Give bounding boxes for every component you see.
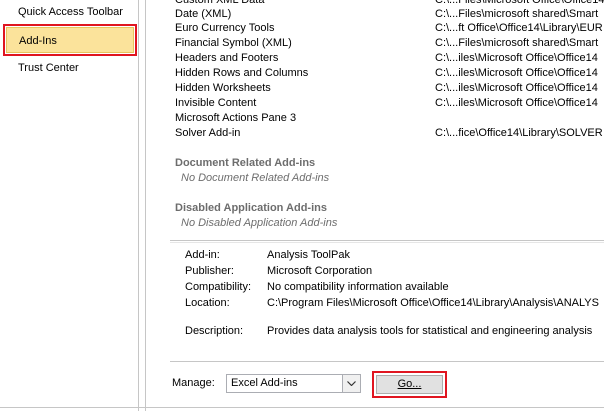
doc-related-addins-empty: No Document Related Add-ins <box>181 172 330 184</box>
addin-row[interactable]: Hidden Rows and Columns C:\...iles\Micro… <box>175 66 604 81</box>
detail-description-label: Description: <box>185 325 244 337</box>
addin-row[interactable]: Financial Symbol (XML) C:\...Files\micro… <box>175 36 604 51</box>
disabled-addins-heading: Disabled Application Add-ins <box>175 202 327 214</box>
add-ins-panel: Custom XML Data C:\...Files\Microsoft Of… <box>140 0 604 411</box>
addin-name: Hidden Worksheets <box>175 82 271 94</box>
addin-row[interactable]: Invisible Content C:\...iles\Microsoft O… <box>175 96 604 111</box>
nav-item-quick-access-toolbar[interactable]: Quick Access Toolbar <box>6 0 134 25</box>
addin-location: C:\...Files\microsoft shared\Smart <box>435 37 599 49</box>
options-category-pane: Quick Access Toolbar Add-Ins Trust Cente… <box>0 0 139 411</box>
addin-name: Headers and Footers <box>175 52 279 64</box>
detail-publisher-label: Publisher: <box>185 265 234 277</box>
addin-location: C:\...fice\Office14\Library\SOLVER <box>435 127 603 139</box>
detail-compatibility-label: Compatibility: <box>185 281 252 293</box>
divider <box>145 0 146 411</box>
addin-name: Date (XML) <box>175 8 232 20</box>
addin-location: C:\...iles\Microsoft Office\Office14 <box>435 97 598 109</box>
detail-compatibility-value: No compatibility information available <box>267 281 449 293</box>
manage-separator <box>170 361 604 362</box>
addin-name: Hidden Rows and Columns <box>175 67 309 79</box>
addin-name: Microsoft Actions Pane 3 <box>175 112 297 124</box>
detail-location-value: C:\Program Files\Microsoft Office\Office… <box>267 297 599 309</box>
nav-item-trust-center[interactable]: Trust Center <box>6 55 134 81</box>
addin-row[interactable]: Euro Currency Tools C:\...ft Office\Offi… <box>175 21 604 36</box>
addin-row[interactable]: Solver Add-in C:\...fice\Office14\Librar… <box>175 126 604 141</box>
addin-location: C:\...ft Office\Office14\Library\EUR <box>435 22 603 34</box>
nav-item-add-ins[interactable]: Add-Ins <box>3 24 137 56</box>
detail-publisher-value: Microsoft Corporation <box>267 265 373 277</box>
disabled-addins-empty: No Disabled Application Add-ins <box>181 217 338 229</box>
list-separator <box>170 240 604 243</box>
detail-location-label: Location: <box>185 297 230 309</box>
doc-related-addins-heading: Document Related Add-ins <box>175 157 316 169</box>
addin-row[interactable]: Headers and Footers C:\...iles\Microsoft… <box>175 51 604 66</box>
addin-location: C:\...iles\Microsoft Office\Office14 <box>435 82 598 94</box>
addin-name: Financial Symbol (XML) <box>175 37 292 49</box>
chevron-down-icon[interactable] <box>342 375 360 392</box>
addin-location: C:\...Files\microsoft shared\Smart <box>435 8 599 20</box>
manage-label: Manage: <box>172 377 215 389</box>
addin-row[interactable]: Date (XML) C:\...Files\microsoft shared\… <box>175 7 604 22</box>
manage-dropdown-value: Excel Add-ins <box>231 377 298 389</box>
detail-addin-label: Add-in: <box>185 249 220 261</box>
addin-row[interactable]: Microsoft Actions Pane 3 <box>175 111 604 126</box>
manage-dropdown[interactable]: Excel Add-ins <box>226 374 361 393</box>
detail-description-value: Provides data analysis tools for statist… <box>267 325 593 337</box>
addin-name: Euro Currency Tools <box>175 22 275 34</box>
addin-name: Solver Add-in <box>175 127 241 139</box>
go-button[interactable]: Go... <box>372 371 447 398</box>
dialog-bottom-border <box>0 407 604 408</box>
addin-location: C:\...iles\Microsoft Office\Office14 <box>435 52 598 64</box>
addin-name: Invisible Content <box>175 97 257 109</box>
go-button-label: Go... <box>397 378 422 390</box>
detail-addin-value: Analysis ToolPak <box>267 249 350 261</box>
addin-row[interactable]: Hidden Worksheets C:\...iles\Microsoft O… <box>175 81 604 96</box>
addin-location: C:\...iles\Microsoft Office\Office14 <box>435 67 598 79</box>
